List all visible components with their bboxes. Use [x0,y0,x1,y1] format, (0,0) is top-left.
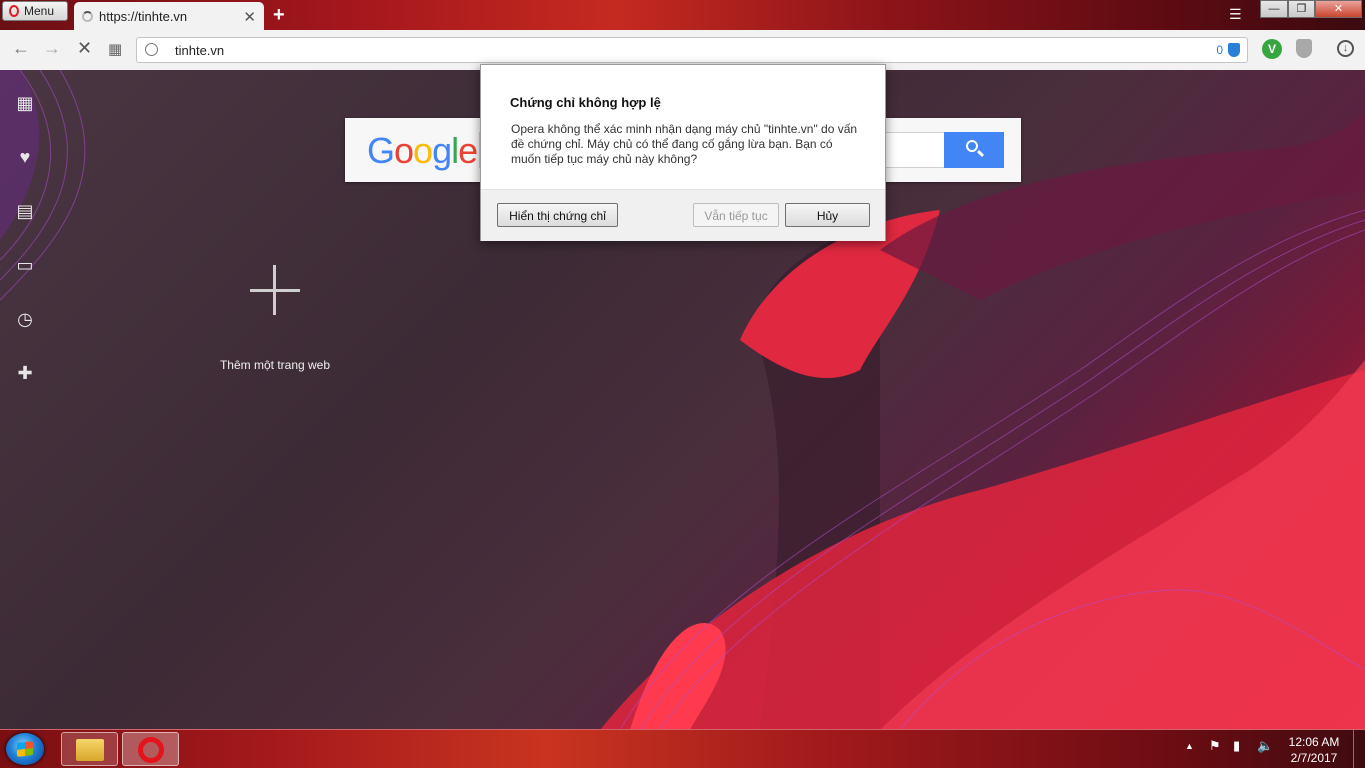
dialog-footer: Hiển thị chứng chỉ Vẫn tiếp tục Hủy [481,189,885,241]
back-arrow-icon[interactable]: ← [12,38,30,59]
sidebar-item-bookmarks[interactable]: ♥ [14,147,36,167]
opera-menu-button[interactable]: Menu [2,1,68,21]
site-info-icon[interactable] [145,43,158,56]
folder-icon [76,739,104,761]
restore-button[interactable]: ❐ [1288,0,1315,18]
google-logo: Google [367,130,478,171]
minimize-button[interactable]: — [1260,0,1288,18]
sidebar-item-devices[interactable]: ▭ [14,255,36,275]
continue-anyway-button[interactable]: Vẫn tiếp tục [693,203,779,227]
loading-spinner-icon [82,10,93,22]
search-button[interactable] [944,132,1004,168]
sidebar-item-news[interactable]: ▤ [14,201,36,221]
ad-block-shield-icon[interactable] [1228,43,1240,57]
taskbar-opera[interactable] [122,732,179,766]
stop-icon[interactable]: ✕ [77,38,92,59]
add-site-label[interactable]: Thêm một trang web [200,358,350,372]
download-icon[interactable]: ↓ [1337,40,1354,57]
show-certificate-button[interactable]: Hiển thị chứng chỉ [497,203,618,227]
vpn-extension-icon[interactable]: V [1262,39,1282,59]
windows-logo-icon [17,741,33,757]
sidebar-item-history[interactable]: ◷ [14,309,36,329]
taskbar-file-explorer[interactable] [61,732,118,766]
opera-logo-icon [9,5,19,17]
close-window-button[interactable]: ✕ [1315,0,1362,18]
network-signal-icon[interactable]: ▮ [1233,738,1240,754]
tab-menu-icon[interactable]: ☰ [1229,6,1242,23]
volume-icon[interactable]: 🔈 [1257,738,1273,754]
forward-arrow-icon[interactable]: → [43,38,61,59]
sidebar: ▦ ♥ ▤ ▭ ◷ ✚ [0,70,50,400]
menu-label: Menu [24,4,55,18]
dialog-message: Opera không thể xác minh nhận dạng máy c… [511,122,858,166]
opera-logo-icon [138,737,164,763]
show-hidden-icons[interactable]: ▲ [1185,741,1194,751]
start-button[interactable] [6,733,44,765]
dialog-title: Chứng chỉ không hợp lệ [510,95,661,110]
windows-taskbar: ▲ ⚑ ▮ 🔈 12:06 AM 2/7/2017 [0,729,1365,768]
clock-time[interactable]: 12:06 AM [1284,735,1344,749]
cancel-button[interactable]: Hủy [785,203,870,227]
new-tab-button[interactable]: + [273,4,285,27]
tab-close-icon[interactable]: ✕ [243,8,256,26]
invalid-certificate-dialog: Chứng chỉ không hợp lệ Opera không thể x… [480,64,886,241]
search-icon [966,140,978,152]
show-desktop-button[interactable] [1353,730,1365,768]
privacy-shield-icon[interactable] [1296,39,1312,58]
speed-dial-grid-icon[interactable]: ▦ [108,40,122,58]
sidebar-item-speed-dial[interactable]: ▦ [14,93,36,113]
action-center-flag-icon[interactable]: ⚑ [1209,738,1221,754]
tab-tinhte[interactable]: https://tinhte.vn ✕ [74,2,264,30]
tab-title: https://tinhte.vn [99,8,188,24]
url-text[interactable]: tinhte.vn [175,43,224,58]
add-site-plus-icon-bar[interactable] [250,289,300,292]
clock-date[interactable]: 2/7/2017 [1284,751,1344,765]
blocked-ads-count: 0 [1216,43,1223,57]
sidebar-item-extensions[interactable]: ✚ [14,363,36,383]
address-bar[interactable]: tinhte.vn 0 [136,37,1248,63]
title-bar: Menu https://tinhte.vn ✕ + ☰ — ❐ ✕ [0,0,1365,30]
